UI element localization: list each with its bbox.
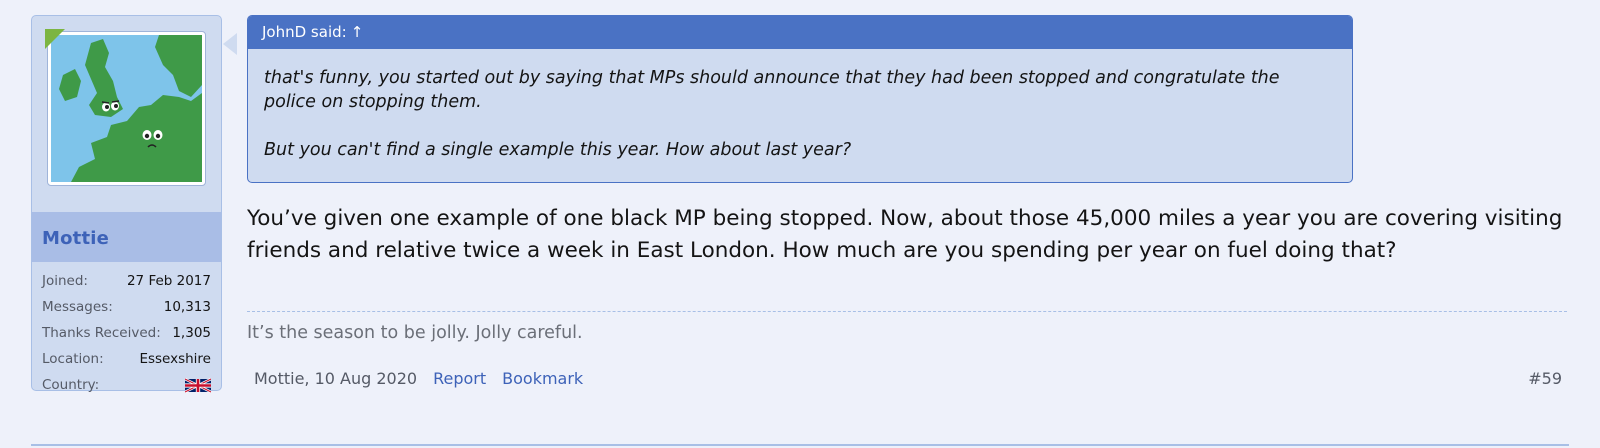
quote-author: JohnD said: [262,23,347,41]
stat-country: Country: [42,372,211,398]
stat-label: Joined: [42,273,88,289]
stat-messages: Messages: 10,313 [42,294,211,320]
bookmark-link[interactable]: Bookmark [502,369,583,388]
europe-map-avatar-icon [51,35,202,182]
quote-paragraph: But you can't find a single example this… [264,140,852,160]
post-divider [31,444,1569,446]
uk-flag-icon [185,377,211,393]
message-text: You’ve given one example of one black MP… [247,206,1563,263]
stat-value: 27 Feb 2017 [126,273,211,289]
username-bar: Mottie [32,212,221,262]
jump-to-quote-icon[interactable]: ↑ [351,23,364,41]
speech-arrow [223,33,237,55]
avatar[interactable] [45,29,206,186]
stat-label: Messages: [42,299,113,315]
stat-value[interactable]: Essexshire [139,351,211,367]
quote-header: JohnD said: ↑ [248,16,1352,49]
forum-post: Mottie Joined: 27 Feb 2017 Messages: 10,… [0,0,1600,448]
online-indicator [45,29,65,49]
user-stats: Joined: 27 Feb 2017 Messages: 10,313 Tha… [32,268,221,398]
post-footer: Mottie, 10 Aug 2020 Report Bookmark #59 [254,369,1562,388]
stat-thanks-received: Thanks Received: 1,305 [42,320,211,346]
signature-divider [247,311,1567,312]
post-meta[interactable]: Mottie, 10 Aug 2020 [254,369,417,388]
stat-label: Country: [42,377,100,393]
post-number-link[interactable]: #59 [1528,369,1562,388]
user-info-panel: Mottie Joined: 27 Feb 2017 Messages: 10,… [31,15,222,393]
stat-label: Thanks Received: [42,325,161,341]
signature: It’s the season to be jolly. Jolly caref… [247,323,583,343]
report-link[interactable]: Report [433,369,486,388]
username-link[interactable]: Mottie [42,228,109,249]
stat-joined: Joined: 27 Feb 2017 [42,268,211,294]
stat-value[interactable]: 10,313 [164,299,211,315]
stat-location: Location: Essexshire [42,346,211,372]
stat-value: 1,305 [172,325,211,341]
quote-block: JohnD said: ↑ that's funny, you started o… [247,15,1353,183]
quote-body: that's funny, you started out by saying … [248,49,1352,162]
stat-label: Location: [42,351,104,367]
quote-paragraph: that's funny, you started out by saying … [264,68,1280,112]
